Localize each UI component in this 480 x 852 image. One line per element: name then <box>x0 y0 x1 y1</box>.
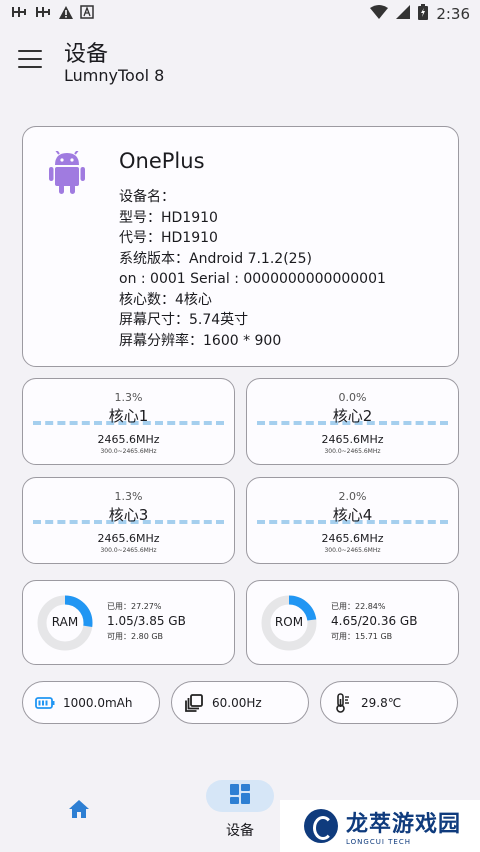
dashboard-icon <box>229 783 251 809</box>
warning-icon <box>58 5 74 24</box>
info-line: 代号：HD1910 <box>119 230 218 246</box>
watermark-text: 龙萃游戏园 <box>346 812 462 837</box>
thermometer-icon <box>333 692 353 713</box>
core-frequency-range: 300.0~2465.6MHz <box>100 547 157 554</box>
info-line: 设备名： <box>119 189 175 205</box>
rom-used-percent: 已用：22.84% <box>331 602 386 611</box>
menu-icon[interactable] <box>18 50 42 68</box>
nav-device-label: 设备 <box>226 823 254 839</box>
core-usage: 1.3% <box>114 490 143 503</box>
refresh-rate-pill[interactable]: 60.00Hz <box>171 681 309 724</box>
info-line: 型号：HD1910 <box>119 209 218 226</box>
bug-icon <box>10 4 28 24</box>
temperature-pill[interactable]: 29.8℃ <box>320 681 458 724</box>
core-name: 核心4 <box>332 506 373 524</box>
core-frequency: 2465.6MHz <box>321 433 384 446</box>
layers-icon <box>184 693 204 713</box>
status-time: 2:36 <box>436 5 470 23</box>
core-usage: 2.0% <box>338 490 367 503</box>
rom-label: ROM <box>274 615 304 629</box>
refresh-rate-value: 60.00Hz <box>212 695 262 710</box>
wifi-icon <box>370 5 389 23</box>
info-line: 系统版本：Android 7.1.2(25) <box>119 250 312 267</box>
core-frequency-range: 300.0~2465.6MHz <box>324 448 381 455</box>
watermark-subtext: LONGCUI TECH <box>346 838 411 846</box>
info-line: on : 0001 Serial : 0000000000000001 <box>119 271 386 287</box>
core-name: 核心1 <box>108 407 149 425</box>
page-subtitle: LumnyTool 8 <box>64 66 165 85</box>
rom-available: 可用：15.71 GB <box>331 632 393 641</box>
core-card[interactable]: 1.3% 核心1 2465.6MHz 300.0~2465.6MHz <box>22 378 235 465</box>
bug-icon <box>34 4 52 24</box>
notification-a-icon <box>80 5 94 23</box>
rom-card[interactable]: ROM 已用：22.84% 4.65/20.36 GB 可用：15.71 GB <box>246 580 459 665</box>
status-bar: 2:36 <box>0 0 480 28</box>
core-frequency-range: 300.0~2465.6MHz <box>324 547 381 554</box>
page-title: 设备 <box>64 42 109 67</box>
core-frequency: 2465.6MHz <box>321 532 384 545</box>
core-frequency: 2465.6MHz <box>97 532 160 545</box>
battery-charging-icon <box>418 4 429 24</box>
core-card[interactable]: 1.3% 核心3 2465.6MHz 300.0~2465.6MHz <box>22 477 235 564</box>
signal-icon <box>396 5 411 23</box>
temperature-value: 29.8℃ <box>361 695 402 710</box>
info-line: 屏幕尺寸：5.74英寸 <box>119 312 249 328</box>
core-card[interactable]: 2.0% 核心4 2465.6MHz 300.0~2465.6MHz <box>246 477 459 564</box>
nav-device[interactable] <box>206 780 274 812</box>
core-name: 核心3 <box>108 506 149 524</box>
android-icon <box>49 149 85 195</box>
app-bar: 设备 LumnyTool 8 <box>0 28 480 98</box>
device-info-card: OnePlus 设备名： 型号：HD1910 代号：HD1910 系统版本：An… <box>22 126 459 367</box>
battery-capacity-pill[interactable]: 1000.0mAh <box>22 681 160 724</box>
ram-amount: 1.05/3.85 GB <box>107 614 186 628</box>
battery-icon <box>35 693 55 713</box>
battery-capacity-value: 1000.0mAh <box>63 695 133 710</box>
core-frequency-range: 300.0~2465.6MHz <box>100 448 157 455</box>
nav-home[interactable] <box>64 796 94 826</box>
device-info-lines: 设备名： 型号：HD1910 代号：HD1910 系统版本：Android 7.… <box>119 187 386 351</box>
watermark-logo-icon <box>304 809 338 843</box>
rom-amount: 4.65/20.36 GB <box>331 614 418 628</box>
core-usage: 1.3% <box>114 391 143 404</box>
core-usage: 0.0% <box>338 391 367 404</box>
ram-used-percent: 已用：27.27% <box>107 602 162 611</box>
core-card[interactable]: 0.0% 核心2 2465.6MHz 300.0~2465.6MHz <box>246 378 459 465</box>
info-line: 屏幕分辨率：1600 * 900 <box>119 332 282 349</box>
watermark: 龙萃游戏园 LONGCUI TECH <box>280 800 480 852</box>
ram-label: RAM <box>51 615 79 629</box>
ram-card[interactable]: RAM 已用：27.27% 1.05/3.85 GB 可用：2.80 GB <box>22 580 235 665</box>
device-brand: OnePlus <box>119 149 205 173</box>
info-line: 核心数：4核心 <box>119 291 212 308</box>
core-frequency: 2465.6MHz <box>97 433 160 446</box>
home-icon <box>68 799 90 823</box>
ram-available: 可用：2.80 GB <box>107 632 164 641</box>
core-name: 核心2 <box>332 407 373 425</box>
